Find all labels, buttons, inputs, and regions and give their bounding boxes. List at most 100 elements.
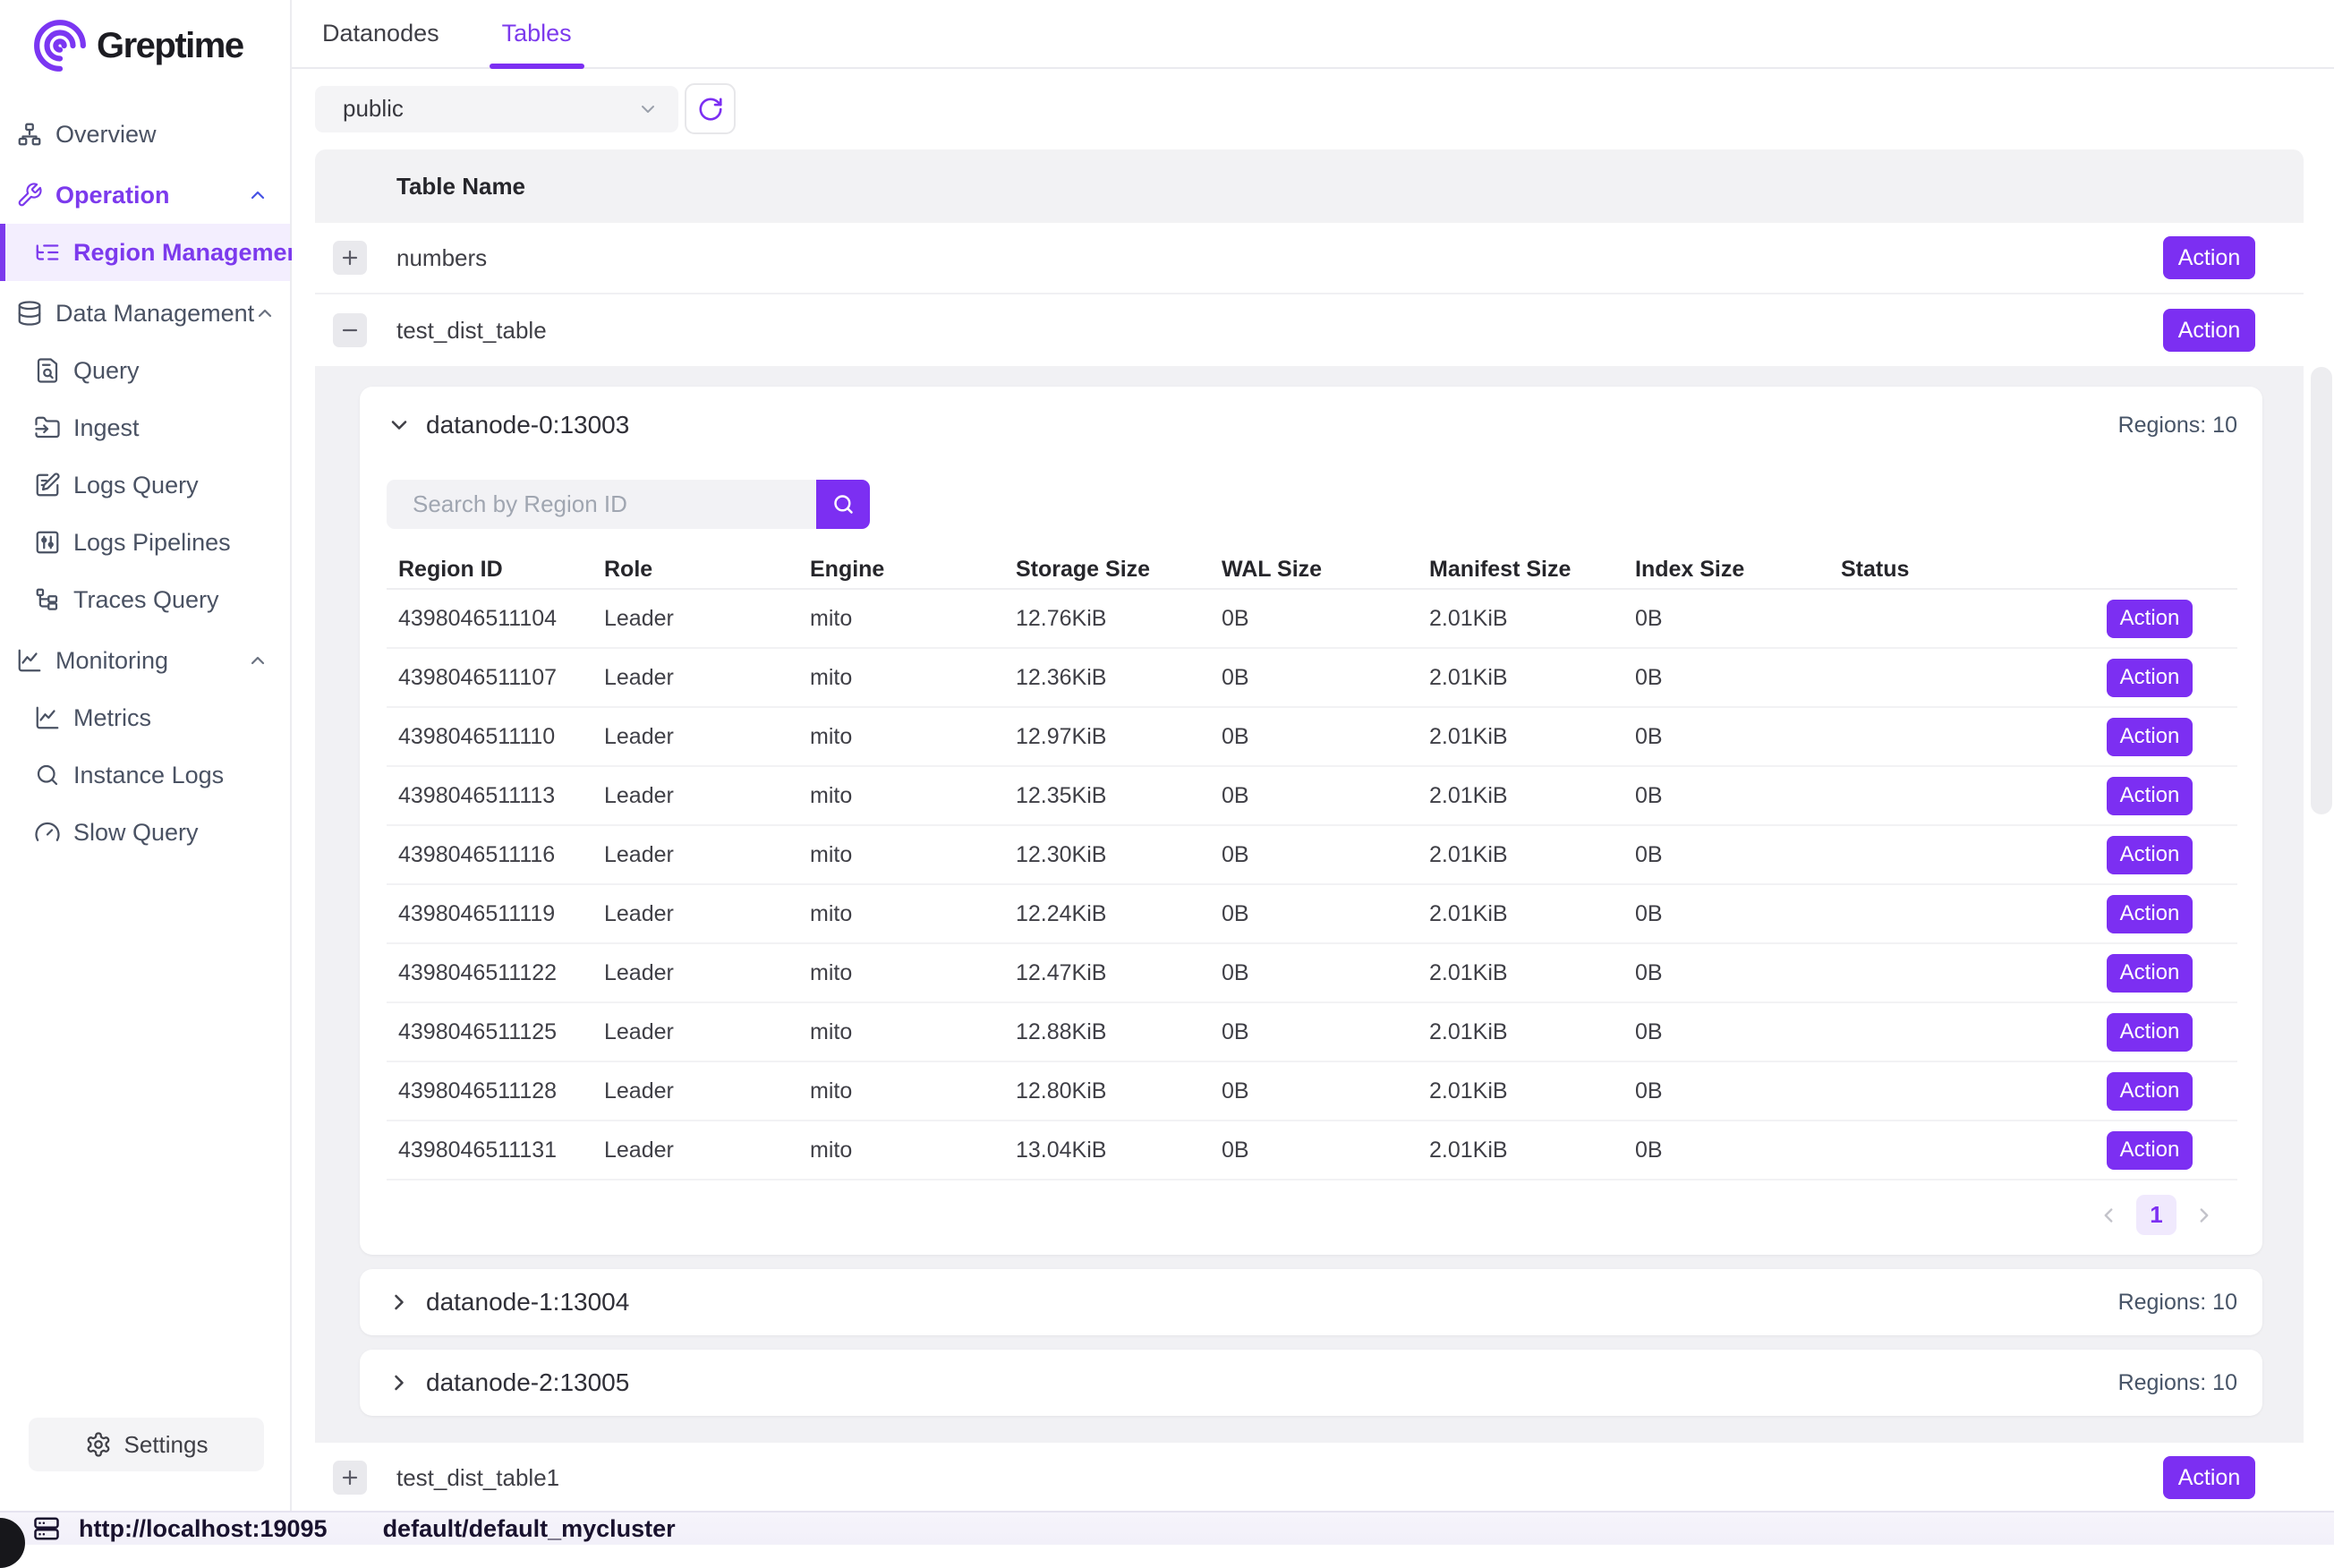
sidebar-item-region-management[interactable]: Region Management	[0, 224, 290, 281]
action-button[interactable]: Action	[2107, 1131, 2193, 1170]
engine-cell: mito	[810, 960, 1016, 986]
cluster-name: default/default_mycluster	[383, 1515, 676, 1543]
action-button[interactable]: Action	[2163, 309, 2255, 352]
region-row: 4398046511113 Leader mito 12.35KiB 0B 2.…	[387, 767, 2237, 826]
app-window: Greptime Overview OperationRegion Managem…	[0, 0, 2334, 1545]
column-header-manifest-size: Manifest Size	[1429, 557, 1635, 583]
sidebar-item-data-management[interactable]: Data Management	[0, 285, 290, 342]
sidebar-item-instance-logs[interactable]: Instance Logs	[0, 746, 290, 804]
storage-size-cell: 12.35KiB	[1016, 783, 1222, 809]
sidebar-item-operation[interactable]: Operation	[0, 166, 290, 224]
manifest-size-cell: 2.01KiB	[1429, 783, 1635, 809]
sidebar-item-overview[interactable]: Overview	[0, 106, 290, 163]
datanode-0-header: datanode-0:13003 Regions: 10	[387, 411, 2237, 439]
storage-size-cell: 12.88KiB	[1016, 1019, 1222, 1045]
search-button[interactable]	[816, 480, 870, 529]
region-id-cell: 4398046511119	[387, 901, 604, 927]
datanode-title: datanode-1:13004	[426, 1288, 629, 1317]
sidebar-item-traces-query[interactable]: Traces Query	[0, 571, 290, 628]
datanode-panel-collapsed[interactable]: datanode-1:13004 Regions: 10	[360, 1269, 2262, 1335]
gear-icon	[85, 1431, 112, 1458]
settings-button[interactable]: Settings	[29, 1418, 264, 1471]
prev-page-icon[interactable]	[2097, 1204, 2120, 1227]
sidebar-item-monitoring[interactable]: Monitoring	[0, 632, 290, 689]
manifest-size-cell: 2.01KiB	[1429, 901, 1635, 927]
tree-icon	[33, 585, 62, 614]
tab-datanodes[interactable]: Datanodes	[313, 0, 448, 67]
index-size-cell: 0B	[1635, 1138, 1841, 1163]
action-button[interactable]: Action	[2107, 600, 2193, 638]
page-number[interactable]: 1	[2136, 1195, 2176, 1235]
manifest-size-cell: 2.01KiB	[1429, 1078, 1635, 1104]
list-tree-icon	[33, 238, 62, 267]
action-button[interactable]: Action	[2163, 1456, 2255, 1499]
column-header-storage-size: Storage Size	[1016, 557, 1222, 583]
action-button[interactable]: Action	[2107, 836, 2193, 874]
datanode-panel-collapsed[interactable]: datanode-2:13005 Regions: 10	[360, 1350, 2262, 1416]
engine-cell: mito	[810, 1078, 1016, 1104]
manifest-size-cell: 2.01KiB	[1429, 842, 1635, 868]
chevron-up-icon[interactable]	[247, 184, 268, 206]
regions-count: Regions: 10	[2118, 413, 2237, 439]
expand-button[interactable]	[333, 241, 367, 275]
wal-size-cell: 0B	[1222, 783, 1429, 809]
tab-tables[interactable]: Tables	[493, 0, 581, 67]
collapse-button[interactable]	[333, 313, 367, 347]
region-search-input[interactable]	[387, 480, 816, 529]
index-size-cell: 0B	[1635, 665, 1841, 691]
index-size-cell: 0B	[1635, 901, 1841, 927]
chevron-up-icon[interactable]	[247, 650, 268, 671]
sidebar-item-label: Logs Query	[73, 472, 199, 499]
wal-size-cell: 0B	[1222, 1138, 1429, 1163]
folder-input-icon	[33, 413, 62, 442]
region-id-cell: 4398046511116	[387, 842, 604, 868]
column-header-status: Status	[1841, 557, 2047, 583]
column-header-wal-size: WAL Size	[1222, 557, 1429, 583]
sidebar-item-slow-query[interactable]: Slow Query	[0, 804, 290, 861]
expand-button[interactable]	[333, 1461, 367, 1495]
action-button[interactable]: Action	[2107, 1013, 2193, 1052]
action-button[interactable]: Action	[2107, 954, 2193, 993]
datanode-title: datanode-0:13003	[426, 411, 629, 439]
sidebar-item-query[interactable]: Query	[0, 342, 290, 399]
index-size-cell: 0B	[1635, 606, 1841, 632]
brand-logo: Greptime	[0, 0, 290, 97]
table-name: numbers	[396, 244, 2163, 272]
chevron-down-icon[interactable]	[387, 413, 412, 438]
wal-size-cell: 0B	[1222, 665, 1429, 691]
action-button[interactable]: Action	[2107, 895, 2193, 933]
engine-cell: mito	[810, 724, 1016, 750]
sidebar-item-logs-pipelines[interactable]: Logs Pipelines	[0, 514, 290, 571]
engine-cell: mito	[810, 783, 1016, 809]
regions-count: Regions: 10	[2118, 1290, 2237, 1316]
wal-size-cell: 0B	[1222, 1019, 1429, 1045]
scrollbar-thumb[interactable]	[2311, 367, 2332, 814]
manifest-size-cell: 2.01KiB	[1429, 724, 1635, 750]
region-row: 4398046511107 Leader mito 12.36KiB 0B 2.…	[387, 649, 2237, 708]
database-select[interactable]: public	[315, 86, 678, 132]
refresh-button[interactable]	[685, 83, 736, 134]
next-page-icon[interactable]	[2193, 1204, 2216, 1227]
chart-icon	[15, 646, 44, 675]
role-cell: Leader	[604, 783, 810, 809]
sidebar-item-ingest[interactable]: Ingest	[0, 399, 290, 456]
action-button[interactable]: Action	[2163, 236, 2255, 279]
region-table-header: Region IDRoleEngineStorage SizeWAL SizeM…	[387, 550, 2237, 590]
action-button[interactable]: Action	[2107, 777, 2193, 815]
action-button[interactable]: Action	[2107, 659, 2193, 697]
chevron-up-icon[interactable]	[254, 303, 276, 324]
storage-size-cell: 12.30KiB	[1016, 842, 1222, 868]
index-size-cell: 0B	[1635, 724, 1841, 750]
table-name: test_dist_table1	[396, 1464, 2163, 1492]
sidebar-item-metrics[interactable]: Metrics	[0, 689, 290, 746]
chevron-right-icon	[387, 1370, 412, 1395]
manifest-size-cell: 2.01KiB	[1429, 960, 1635, 986]
sidebar-spacer	[0, 861, 290, 1418]
sidebar-item-label: Overview	[55, 121, 157, 149]
role-cell: Leader	[604, 665, 810, 691]
sidebar-item-logs-query[interactable]: Logs Query	[0, 456, 290, 514]
role-cell: Leader	[604, 606, 810, 632]
column-header-region-id: Region ID	[387, 557, 604, 583]
action-button[interactable]: Action	[2107, 1072, 2193, 1111]
action-button[interactable]: Action	[2107, 718, 2193, 756]
